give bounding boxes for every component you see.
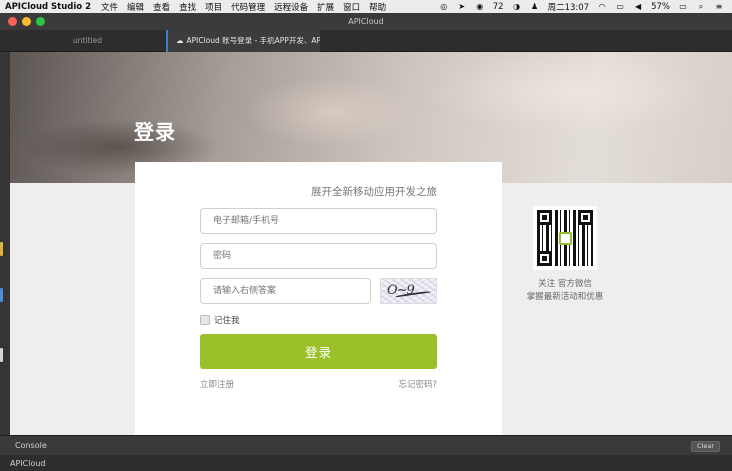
apicloud-logo-icon	[559, 232, 572, 245]
wechat-qr-code	[533, 206, 597, 270]
qr-pattern	[537, 210, 593, 266]
wifi-icon[interactable]: ◠	[597, 2, 607, 11]
captcha-input[interactable]	[200, 278, 371, 304]
email-phone-input[interactable]	[200, 208, 437, 234]
dock-app-icon[interactable]	[0, 348, 3, 362]
window-title: APICloud	[348, 17, 384, 26]
console-tab[interactable]: Console	[15, 441, 47, 450]
menu-code-management[interactable]: 代码管理	[231, 1, 265, 13]
dock-app-icon[interactable]	[0, 288, 3, 302]
dock-edge	[0, 52, 10, 435]
page-title: 登录	[134, 120, 176, 144]
tab-apicloud-login[interactable]: ☁ APICloud 账号登录 - 手机APP开发、AP	[166, 30, 320, 52]
login-slogan: 展开全新移动应用开发之旅	[311, 186, 437, 198]
eye-icon[interactable]: ◑	[512, 2, 522, 11]
qr-caption-line2: 掌握最新活动和优惠	[526, 292, 604, 302]
dock-app-icon[interactable]	[0, 242, 3, 256]
app-menu[interactable]: APICloud Studio 2	[5, 2, 91, 12]
qr-caption-line1: 关注 官方微信	[538, 279, 592, 289]
qr-caption: 关注 官方微信 掌握最新活动和优惠	[515, 278, 615, 304]
console-panel: Console Clear	[0, 435, 732, 455]
tab-label: untitled	[73, 36, 102, 45]
qr-finder	[578, 210, 593, 225]
remember-me-label: 记住我	[214, 316, 240, 326]
notification-center-icon[interactable]: ≡	[714, 2, 724, 11]
password-input[interactable]	[200, 243, 437, 269]
screen: APICloud Studio 2 文件 编辑 查看 查找 项目 代码管理 远程…	[0, 0, 732, 471]
battery-percent: 57%	[651, 1, 670, 12]
menu-project[interactable]: 项目	[205, 1, 222, 13]
zoom-window-button[interactable]	[36, 17, 45, 26]
clear-console-button[interactable]: Clear	[691, 441, 720, 452]
window-titlebar: APICloud	[0, 13, 732, 30]
login-button[interactable]: 登录	[200, 334, 437, 369]
volume-icon[interactable]: ◀	[633, 2, 643, 11]
menu-file[interactable]: 文件	[101, 1, 118, 13]
remember-me[interactable]: 记住我	[200, 314, 240, 326]
menubar-clock[interactable]: 周二13:07	[548, 1, 590, 13]
status-bar: APICloud	[0, 455, 732, 471]
menu-help[interactable]: 帮助	[369, 1, 386, 13]
login-card: 展开全新移动应用开发之旅 O~9 记住我 登录 立即注册 忘记密码?	[135, 162, 502, 435]
send-icon[interactable]: ➤	[457, 2, 467, 11]
qq-icon[interactable]: ♟	[530, 2, 540, 11]
browser-content: 登录 展开全新移动应用开发之旅 O~9 记住我 登录 立即注册 忘记密码?	[10, 52, 732, 435]
captcha-image[interactable]: O~9	[380, 278, 437, 304]
qr-finder	[537, 251, 552, 266]
battery-icon[interactable]: ▭	[678, 2, 688, 11]
menu-window[interactable]: 窗口	[343, 1, 360, 13]
status-bar-text: APICloud	[10, 459, 46, 468]
register-link[interactable]: 立即注册	[200, 378, 234, 390]
airplay-icon[interactable]: ▭	[615, 2, 625, 11]
traffic-lights	[8, 17, 45, 26]
forgot-password-link[interactable]: 忘记密码?	[398, 378, 437, 390]
wechat-badge-count: 72	[492, 1, 504, 12]
qr-finder	[537, 210, 552, 225]
cloud-icon: ☁	[176, 36, 184, 45]
circle-icon[interactable]: ◎	[439, 2, 449, 11]
menu-edit[interactable]: 编辑	[127, 1, 144, 13]
menu-remote-device[interactable]: 远程设备	[274, 1, 308, 13]
tab-label: APICloud 账号登录 - 手机APP开发、AP	[186, 36, 321, 45]
tab-untitled[interactable]: untitled	[10, 30, 165, 52]
wechat-icon[interactable]: ◉	[475, 2, 485, 11]
menu-extensions[interactable]: 扩展	[317, 1, 334, 13]
close-window-button[interactable]	[8, 17, 17, 26]
menu-find[interactable]: 查找	[179, 1, 196, 13]
minimize-window-button[interactable]	[22, 17, 31, 26]
search-icon[interactable]: ⌕	[696, 2, 706, 11]
menu-view[interactable]: 查看	[153, 1, 170, 13]
remember-me-checkbox[interactable]	[200, 315, 210, 325]
macos-menubar: APICloud Studio 2 文件 编辑 查看 查找 项目 代码管理 远程…	[0, 0, 732, 13]
editor-tabbar: untitled ☁ APICloud 账号登录 - 手机APP开发、AP	[0, 30, 732, 52]
menubar-status-area: ◎ ➤ ◉ 72 ◑ ♟ 周二13:07 ◠ ▭ ◀ 57% ▭ ⌕ ≡	[439, 1, 732, 13]
